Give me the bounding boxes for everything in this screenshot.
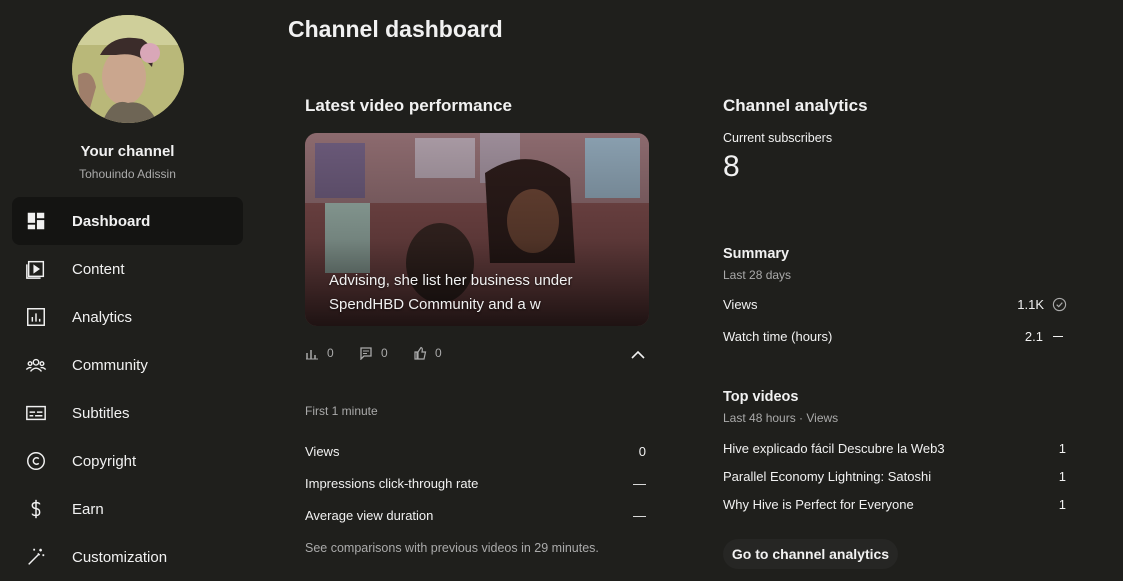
metric-value: — [633,508,646,523]
sidebar: Your channel Tohouindo Adissin Dashboard… [0,0,255,581]
thumbs-up-icon [414,346,427,360]
top-video-row[interactable]: Why Hive is Perfect for Everyone 1 [723,497,1066,512]
sidebar-nav: Dashboard Content Analytics Community Su… [12,197,243,581]
sidebar-item-earn[interactable]: Earn [12,485,243,533]
your-channel-title: Your channel [80,143,175,160]
metric-value: 0 [638,444,646,459]
metric-label: Impressions click-through rate [305,476,479,491]
metric-row-avd: Average view duration — [305,508,646,523]
summary-value-wrap: 2.1 [1025,329,1063,344]
top-video-views: 1 [1058,469,1066,484]
summary-label: Views [723,297,758,312]
top-videos-title: Top videos [723,389,799,405]
metric-value: — [633,476,646,491]
content-icon [24,257,48,281]
subscribers-value: 8 [723,150,740,183]
bar-chart-icon [306,350,318,360]
subscribers-label: Current subscribers [723,131,833,145]
sidebar-item-community[interactable]: Community [12,341,243,389]
check-circle-icon [1052,297,1067,312]
summary-row-views: Views 1.1K [723,297,1067,312]
metrics-period: First 1 minute [305,404,378,418]
sidebar-item-content[interactable]: Content [12,245,243,293]
sidebar-item-subtitles[interactable]: Subtitles [12,389,243,437]
community-icon [24,353,48,377]
metric-label: Average view duration [305,508,434,523]
top-video-views: 1 [1058,497,1066,512]
sidebar-item-label: Customization [72,548,168,566]
dash-icon [1053,336,1063,337]
summary-value-wrap: 1.1K [1017,297,1067,312]
magic-wand-icon [24,545,48,569]
top-video-views: 1 [1058,441,1066,456]
summary-title: Summary [723,246,790,262]
views-stat: 0 [305,346,334,360]
go-to-channel-analytics-button[interactable]: Go to channel analytics [723,539,898,569]
page-title: Channel dashboard [288,16,503,42]
comparison-note: See comparisons with previous videos in … [305,541,599,555]
comments-count: 0 [381,346,388,360]
views-count: 0 [327,346,334,360]
likes-stat: 0 [413,346,442,360]
top-video-row[interactable]: Parallel Economy Lightning: Satoshi 1 [723,469,1066,484]
chevron-up-icon[interactable] [629,346,647,364]
top-videos-period: Last 48 hours · Views [723,411,839,425]
dashboard-icon [24,209,48,233]
metric-row-ctr: Impressions click-through rate — [305,476,646,491]
top-video-title[interactable]: Why Hive is Perfect for Everyone [723,497,914,512]
subtitles-icon [24,401,48,425]
summary-label: Watch time (hours) [723,329,833,344]
top-video-row[interactable]: Hive explicado fácil Descubre la Web3 1 [723,441,1066,456]
sidebar-item-label: Content [72,260,125,278]
avatar-image [72,15,184,123]
video-stats: 0 0 0 [305,346,649,364]
summary-row-watch-time: Watch time (hours) 2.1 [723,329,1063,344]
latest-video-title: Latest video performance [305,96,512,115]
sidebar-item-analytics[interactable]: Analytics [12,293,243,341]
sidebar-item-dashboard[interactable]: Dashboard [12,197,243,245]
summary-value: 1.1K [1017,297,1044,312]
dollar-icon [24,497,48,521]
copyright-icon [24,449,48,473]
sidebar-item-label: Subtitles [72,404,130,422]
comments-stat: 0 [359,346,388,360]
video-thumbnail[interactable]: Advising, she list her business under Sp… [305,133,649,326]
top-video-title[interactable]: Hive explicado fácil Descubre la Web3 [723,441,945,456]
sidebar-item-label: Earn [72,500,104,518]
sidebar-item-customization[interactable]: Customization [12,533,243,581]
metric-label: Views [305,444,340,459]
sidebar-item-copyright[interactable]: Copyright [12,437,243,485]
analytics-icon [24,305,48,329]
summary-period: Last 28 days [723,268,792,282]
comment-icon [360,347,372,360]
likes-count: 0 [435,346,442,360]
top-video-title[interactable]: Parallel Economy Lightning: Satoshi [723,469,931,484]
summary-value: 2.1 [1024,329,1043,344]
sidebar-item-label: Copyright [72,452,137,470]
channel-avatar[interactable] [72,15,184,123]
video-title[interactable]: Advising, she list her business under Sp… [329,269,619,317]
channel-analytics-title: Channel analytics [723,96,868,115]
sidebar-item-label: Dashboard [72,212,151,230]
metric-row-views: Views 0 [305,444,646,459]
channel-name: Tohouindo Adissin [79,167,176,181]
sidebar-item-label: Community [72,356,148,374]
sidebar-item-label: Analytics [72,308,133,326]
